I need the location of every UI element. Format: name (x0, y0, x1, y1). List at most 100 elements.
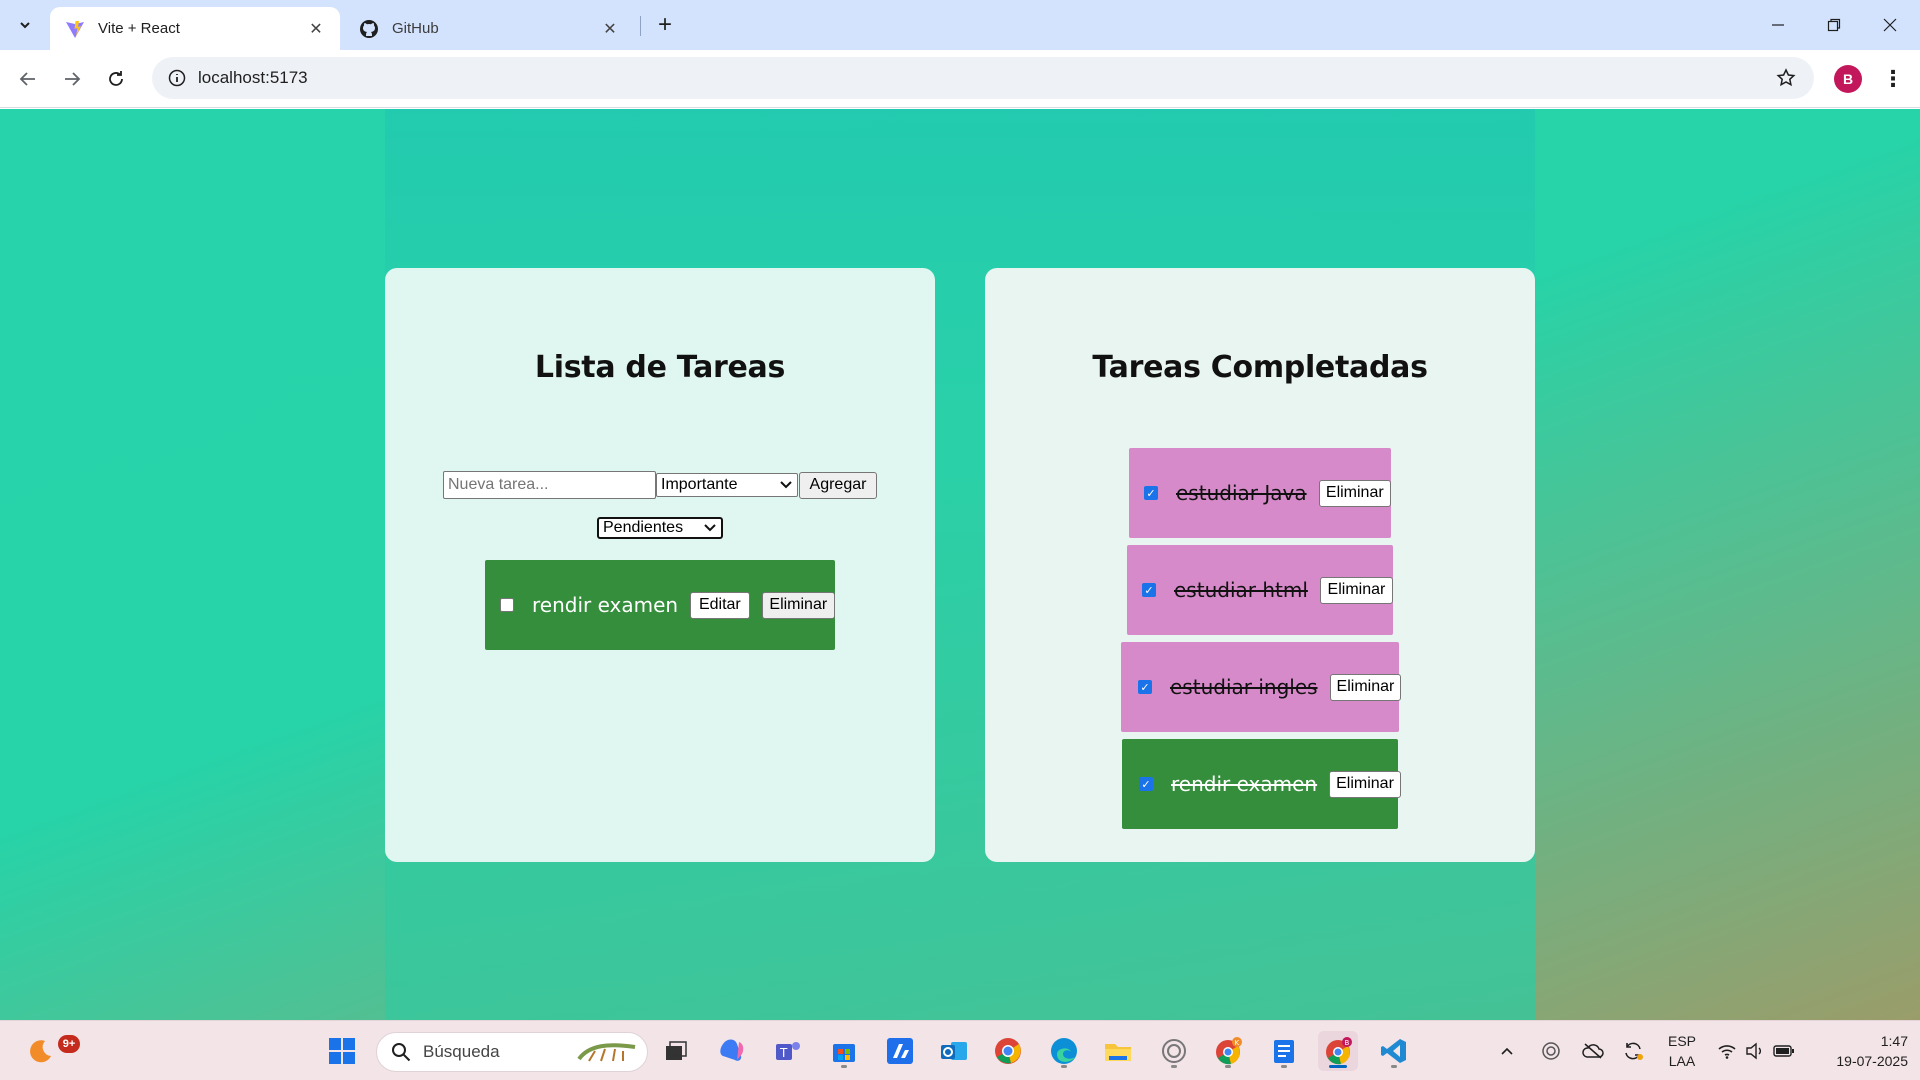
task-checkbox-checked[interactable]: ✓ (1144, 486, 1158, 500)
chrome-icon (995, 1038, 1021, 1064)
edit-task-button[interactable]: Editar (690, 591, 750, 619)
filter-select[interactable]: Pendientes (597, 517, 723, 539)
close-window-button[interactable] (1862, 0, 1918, 50)
completed-task-card: ✓ estudiar ingles Eliminar (1121, 642, 1402, 732)
tab-github[interactable]: GitHub ✕ (344, 7, 634, 50)
tray-rings-icon[interactable] (1536, 1031, 1566, 1071)
minimize-icon (1772, 24, 1784, 26)
running-indicator (1281, 1065, 1287, 1068)
search-icon (392, 1043, 411, 1062)
rings-icon (1162, 1039, 1186, 1063)
widgets-button[interactable]: 9+ (20, 1031, 80, 1071)
site-info-icon[interactable] (166, 67, 188, 89)
close-icon (1883, 18, 1897, 32)
search-highlight-icon (577, 1043, 636, 1062)
restore-icon (1827, 18, 1841, 32)
arrow-right-icon (65, 72, 81, 86)
chrome-profile-icon: K (1216, 1037, 1242, 1065)
task-checkbox[interactable] (500, 598, 514, 612)
delete-task-button[interactable]: Eliminar (1329, 770, 1401, 798)
minimize-button[interactable] (1750, 0, 1806, 50)
battery-icon (1773, 1045, 1794, 1057)
taskbar-store[interactable] (824, 1031, 864, 1071)
taskbar-chrome-profile-b[interactable]: B (1318, 1031, 1358, 1071)
task-view-icon (666, 1041, 687, 1060)
keyboard-layout: LAA (1668, 1053, 1696, 1069)
github-icon (358, 18, 380, 40)
taskbar-file-explorer[interactable] (1098, 1031, 1138, 1071)
start-button[interactable] (322, 1031, 362, 1071)
taskbar-chrome-profile-k[interactable]: K (1208, 1031, 1248, 1071)
notification-badge: 9+ (58, 1035, 80, 1053)
filter-select-value: Pendientes (603, 519, 684, 536)
new-task-input[interactable] (443, 471, 656, 499)
vscode-icon (1381, 1039, 1406, 1063)
tab-divider (640, 16, 641, 36)
vite-icon (64, 18, 86, 40)
browser-tab-strip: Vite + React ✕ GitHub ✕ + (0, 0, 1920, 50)
chevron-down-icon (20, 22, 30, 29)
taskbar-edge[interactable] (1044, 1031, 1084, 1071)
running-indicator (1329, 1065, 1347, 1068)
tray-overflow-button[interactable] (1492, 1031, 1522, 1071)
browser-menu-icon[interactable]: ⋮ (1878, 63, 1908, 95)
delete-task-button[interactable]: Eliminar (1329, 673, 1402, 701)
reload-button[interactable] (100, 63, 132, 95)
back-button[interactable] (12, 63, 44, 95)
taskbar-chrome[interactable] (988, 1031, 1028, 1071)
task-text: estudiar html (1174, 578, 1308, 602)
close-tab-icon[interactable]: ✕ (306, 19, 326, 39)
forward-button[interactable] (56, 63, 88, 95)
azure-icon (887, 1038, 913, 1064)
tray-sync-icon[interactable] (1618, 1031, 1648, 1071)
language-indicator[interactable]: ESP LAA (1660, 1031, 1704, 1071)
add-task-form: Importante Agregar (443, 471, 877, 499)
priority-select-value: Importante (661, 476, 738, 493)
taskbar-task-view[interactable] (656, 1031, 696, 1071)
bookmark-star-icon[interactable] (1774, 66, 1798, 90)
windows-logo-icon (329, 1038, 355, 1064)
running-indicator (1171, 1065, 1177, 1068)
folder-icon (1105, 1044, 1131, 1061)
outlook-icon (941, 1042, 967, 1060)
task-checkbox-checked[interactable]: ✓ (1142, 583, 1156, 597)
taskbar-teams[interactable]: T (768, 1031, 808, 1071)
completed-panel-title: Tareas Completadas (1092, 350, 1428, 385)
task-checkbox-checked[interactable]: ✓ (1139, 777, 1153, 791)
wifi-icon (1718, 1045, 1736, 1059)
notepad-icon (1274, 1040, 1294, 1063)
close-tab-icon[interactable]: ✕ (600, 19, 620, 39)
tab-vite-react[interactable]: Vite + React ✕ (50, 7, 340, 50)
add-task-button[interactable]: Agregar (799, 471, 877, 499)
todo-panel-title: Lista de Tareas (534, 350, 786, 385)
priority-select[interactable]: Importante (656, 473, 798, 497)
taskbar-copilot[interactable] (712, 1031, 752, 1071)
restore-button[interactable] (1806, 0, 1862, 50)
taskbar-outlook[interactable] (934, 1031, 974, 1071)
completed-panel: Tareas Completadas ✓ estudiar Java Elimi… (985, 268, 1535, 862)
taskbar-search[interactable]: Búsqueda (376, 1032, 648, 1072)
taskbar-app-blue[interactable] (880, 1031, 920, 1071)
delete-task-button[interactable]: Eliminar (1318, 479, 1391, 507)
tab-title: GitHub (392, 20, 439, 37)
taskbar-app-rings[interactable] (1154, 1031, 1194, 1071)
clock[interactable]: 1:47 19-07-2025 (1806, 1031, 1908, 1071)
taskbar-notepad[interactable] (1264, 1031, 1304, 1071)
chevron-down-icon (704, 524, 716, 532)
profile-avatar[interactable]: B (1834, 65, 1862, 93)
new-tab-button[interactable]: + (650, 9, 680, 41)
task-text: rendir examen (532, 593, 679, 617)
todo-panel: Lista de Tareas Importante Agregar Pendi… (385, 268, 935, 862)
delete-task-button[interactable]: Eliminar (1319, 576, 1393, 604)
tray-cloud-offline-icon[interactable] (1578, 1031, 1608, 1071)
tray-quick-settings[interactable] (1714, 1031, 1798, 1071)
completed-task-card: ✓ rendir examen Eliminar (1122, 739, 1401, 829)
running-indicator (1391, 1065, 1397, 1068)
tab-search-button[interactable] (8, 9, 42, 41)
windows-taskbar: 9+ Búsqueda T K B ESP LAA 1:47 19-07-202… (0, 1020, 1920, 1080)
taskbar-vscode[interactable] (1374, 1031, 1414, 1071)
address-bar[interactable]: localhost:5173 (152, 57, 1814, 99)
task-checkbox-checked[interactable]: ✓ (1138, 680, 1152, 694)
volume-icon (1746, 1042, 1761, 1060)
delete-task-button[interactable]: Eliminar (761, 591, 835, 619)
